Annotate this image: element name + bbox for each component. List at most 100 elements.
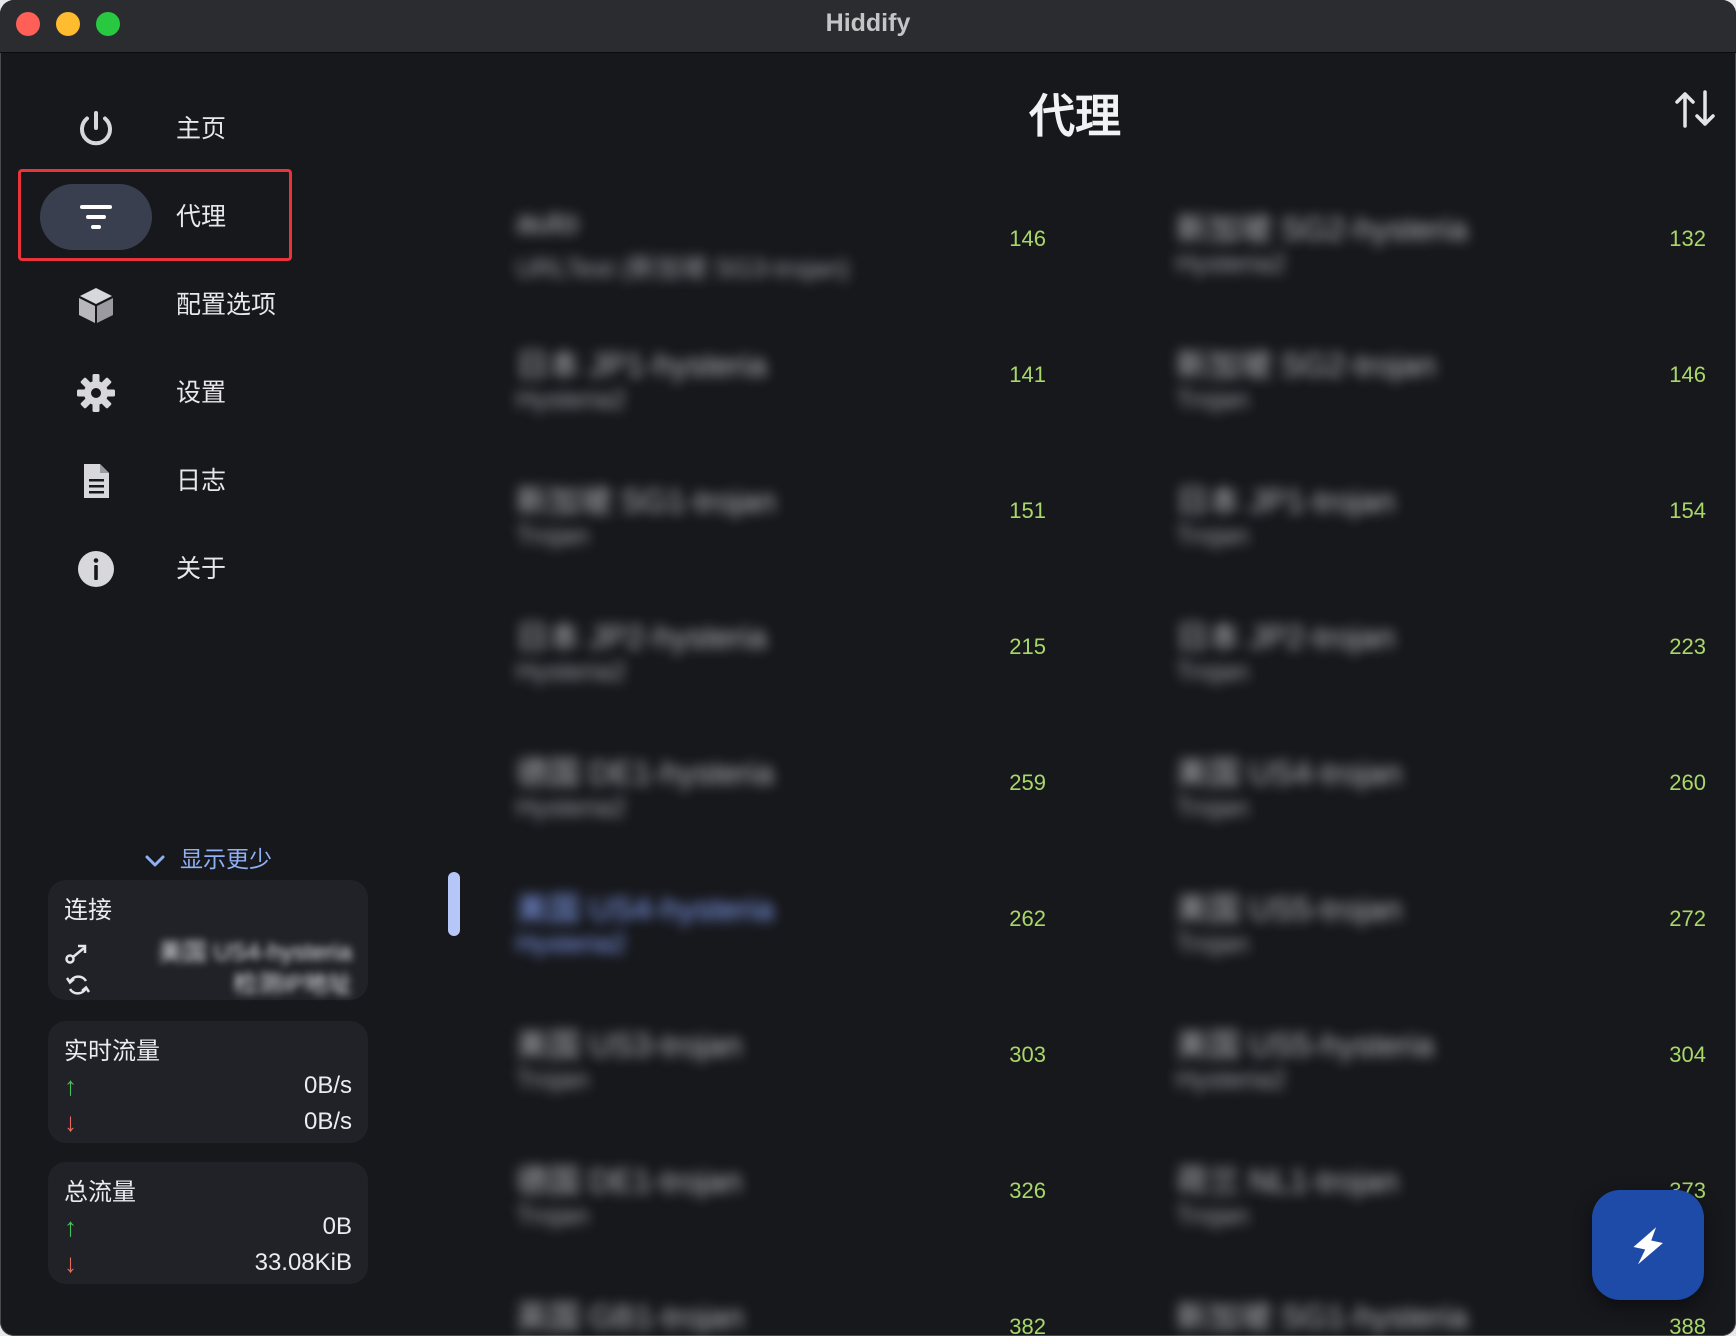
proxy-item[interactable]: 德国 DE1-trojan Trojan 326 [490, 1122, 1060, 1258]
proxy-item[interactable]: 新加坡 SG2-trojan Trojan 146 [1150, 306, 1720, 442]
total-upload-value: 0B [322, 1213, 352, 1240]
proxy-name: 日本 JP2-hysteria [516, 619, 767, 655]
proxy-type: Hysteria2 [1176, 248, 1286, 278]
sidebar-item-about[interactable]: 关于 [40, 536, 460, 602]
proxy-name: 新加坡 SG2-trojan [1176, 347, 1436, 383]
proxy-type: Trojan [1176, 928, 1249, 958]
app-window: Hiddify 主页 代理 配置选项 设置 日志 关于 显示更少 连接 美国 U… [0, 0, 1736, 1336]
proxy-name: 德国 DE1-trojan [516, 1163, 742, 1199]
sidebar-item-label: 设置 [176, 379, 227, 407]
proxy-name: 美国 US3-trojan [516, 1027, 742, 1063]
proxy-item[interactable]: 新加坡 SG2-hysteria Hysteria2 132 [1150, 170, 1720, 306]
live-traffic-title: 实时流量 [64, 1038, 160, 1065]
proxy-name: 日本 JP1-hysteria [516, 347, 767, 383]
proxy-type: Trojan [1176, 792, 1249, 822]
proxy-latency: 132 [1669, 226, 1706, 251]
proxy-latency: 223 [1669, 634, 1706, 659]
proxy-item[interactable]: 美国 US3-trojan Trojan 303 [490, 986, 1060, 1122]
proxy-latency: 388 [1669, 1314, 1706, 1336]
proxy-latency: 146 [1669, 362, 1706, 387]
title-bar: Hiddify [0, 0, 1736, 53]
sidebar-item-profiles[interactable]: 配置选项 [40, 272, 460, 338]
proxy-type: Trojan [516, 1064, 589, 1094]
proxy-name: 新加坡 SG2-hysteria [1176, 211, 1468, 247]
proxy-name: 美国 US5-hysteria [1176, 1027, 1434, 1063]
sidebar-item-home[interactable]: 主页 [40, 96, 460, 162]
proxy-item[interactable]: 日本 JP2-hysteria Hysteria2 215 [490, 578, 1060, 714]
chevron-down-icon [145, 855, 165, 867]
proxy-item[interactable]: 日本 JP1-trojan Trojan 154 [1150, 442, 1720, 578]
proxy-item[interactable]: auto URLTest (新加坡 SG3-trojan) 146 [490, 170, 1060, 306]
proxy-type: Trojan [1176, 656, 1249, 686]
proxy-type: Hysteria2 [516, 384, 626, 414]
proxy-type: Hysteria2 [1176, 1064, 1286, 1094]
proxy-latency: 382 [1009, 1314, 1046, 1336]
proxy-type: Trojan [1176, 384, 1249, 414]
lightning-icon [1633, 1227, 1663, 1265]
info-icon [78, 551, 114, 587]
upload-arrow-icon: ↑ [64, 1071, 77, 1101]
live-download-value: 0B/s [303, 1108, 352, 1135]
total-download-value: 33.08KiB [254, 1249, 352, 1276]
sidebar-item-label: 主页 [176, 115, 227, 143]
proxy-item[interactable]: 美国 US4-hysteria Hysteria2 262 [490, 850, 1060, 986]
proxy-name: 日本 JP1-trojan [1176, 483, 1395, 519]
route-icon [65, 944, 87, 964]
gear-icon [77, 374, 115, 412]
proxy-item[interactable]: 美国 US4-trojan Trojan 260 [1150, 714, 1720, 850]
connection-card[interactable]: 连接 美国 US4-hysteria 检测IP地址 [48, 880, 368, 1000]
proxy-latency: 303 [1009, 1042, 1046, 1067]
refresh-icon [65, 975, 91, 995]
proxy-item[interactable]: 新加坡 SG1-trojan Trojan 151 [490, 442, 1060, 578]
ip-check-status[interactable]: 检测IP地址 [233, 968, 352, 1002]
proxy-name: 美国 US5-trojan [1176, 891, 1402, 927]
show-less-toggle[interactable]: 显示更少 [140, 842, 272, 876]
proxy-latency: 272 [1669, 906, 1706, 931]
proxy-item[interactable]: 英国 GB1-trojanTrojan382 [490, 1258, 1060, 1336]
upload-arrow-icon: ↑ [64, 1212, 77, 1242]
proxy-latency: 304 [1669, 1042, 1706, 1067]
cube-icon [79, 288, 113, 323]
proxy-item[interactable]: 美国 US5-trojan Trojan 272 [1150, 850, 1720, 986]
scrollbar-thumb[interactable] [448, 872, 460, 936]
proxy-latency: 146 [1009, 226, 1046, 251]
proxy-latency: 259 [1009, 770, 1046, 795]
proxy-type: Hysteria2 [516, 656, 626, 686]
connection-title: 连接 [64, 897, 112, 924]
proxy-type: URLTest (新加坡 SG3-trojan) [516, 253, 850, 283]
proxy-type: Hysteria2 [516, 928, 626, 958]
proxy-latency: 215 [1009, 634, 1046, 659]
proxy-type: Trojan [1176, 520, 1249, 550]
quick-connect-button[interactable] [1592, 1190, 1704, 1300]
download-arrow-icon: ↓ [64, 1248, 77, 1278]
total-traffic-title: 总流量 [64, 1179, 136, 1206]
proxy-item[interactable]: 德国 DE1-hysteria Hysteria2 259 [490, 714, 1060, 850]
proxy-latency: 260 [1669, 770, 1706, 795]
sidebar-item-settings[interactable]: 设置 [40, 360, 460, 426]
proxy-name: 新加坡 SG1-hysteria [1176, 1299, 1468, 1335]
highlight-annotation [18, 169, 292, 261]
sidebar-item-logs[interactable]: 日志 [40, 448, 460, 514]
total-traffic-card: 总流量 ↑ 0B ↓ 33.08KiB [48, 1162, 368, 1284]
proxy-item[interactable]: 日本 JP1-hysteria Hysteria2 141 [490, 306, 1060, 442]
proxy-latency: 141 [1009, 362, 1046, 387]
proxy-type: Trojan [516, 1200, 589, 1230]
proxy-type: Hysteria2 [516, 792, 626, 822]
page-title: 代理 [1029, 90, 1121, 142]
proxies-page: 代理 auto URLTest (新加坡 SG3-trojan) 146 新加坡 SG… [470, 52, 1736, 1336]
power-icon [80, 111, 112, 146]
sidebar-item-label: 配置选项 [176, 291, 277, 319]
download-arrow-icon: ↓ [64, 1107, 77, 1137]
proxy-type: Trojan [1176, 1200, 1249, 1230]
proxy-item[interactable]: 美国 US5-hysteria Hysteria2 304 [1150, 986, 1720, 1122]
connected-proxy-name: 美国 US4-hysteria [158, 939, 352, 966]
sort-icon[interactable] [1670, 84, 1720, 134]
proxy-item[interactable]: 日本 JP2-trojan Trojan 223 [1150, 578, 1720, 714]
live-upload-value: 0B/s [303, 1072, 352, 1099]
live-traffic-card: 实时流量 ↑ 0B/s ↓ 0B/s [48, 1021, 368, 1143]
proxy-name: 美国 US4-hysteria [516, 891, 774, 927]
sidebar-item-label: 日志 [176, 467, 227, 495]
window-title: Hiddify [825, 9, 911, 37]
proxy-name: 德国 DE1-hysteria [516, 755, 774, 791]
proxy-name: 新加坡 SG1-trojan [516, 483, 776, 519]
